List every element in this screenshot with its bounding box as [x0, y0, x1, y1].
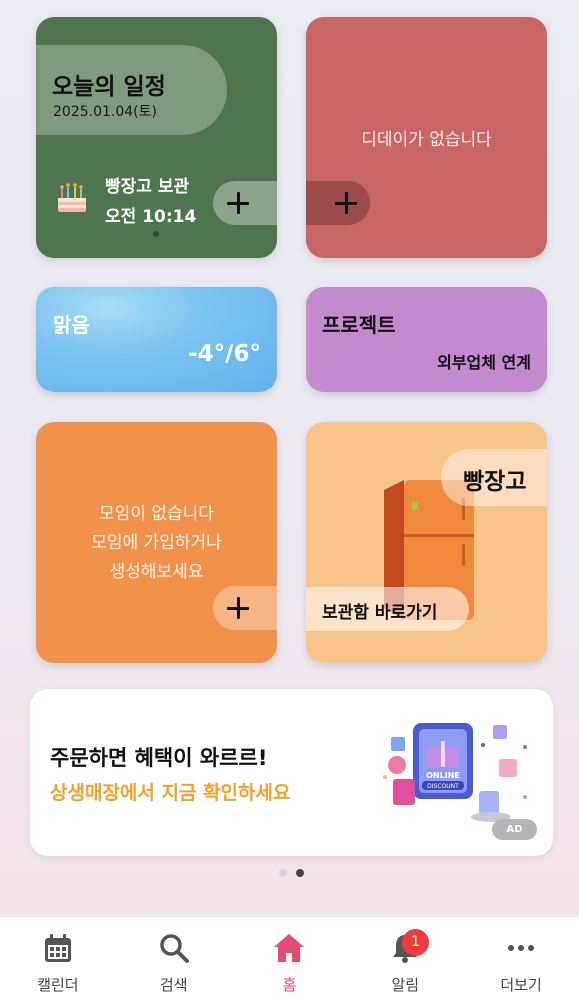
ad-badge: AD	[492, 819, 537, 840]
nav-label: 더보기	[500, 976, 542, 994]
project-subtitle: 외부업체 연계	[437, 353, 531, 372]
plus-icon	[226, 596, 250, 620]
nav-home[interactable]: 홈	[232, 917, 348, 1003]
more-icon	[508, 945, 535, 951]
nav-label: 검색	[159, 976, 188, 994]
nav-more[interactable]: 더보기	[463, 917, 579, 1003]
dday-empty-text: 디데이가 없습니다	[361, 130, 492, 150]
add-group-button[interactable]	[213, 586, 277, 630]
fridge-card[interactable]: 빵장고 보관함 바로가기	[306, 422, 547, 663]
nav-search[interactable]: 검색	[116, 917, 232, 1003]
ad-subline: 상생매장에서 지금 확인하세요	[50, 782, 291, 804]
group-empty-line: 모임이 없습니다	[99, 504, 214, 524]
ad-image-text-online: ONLINE	[426, 771, 460, 780]
project-title: 프로젝트	[322, 313, 396, 337]
project-card[interactable]: 프로젝트 외부업체 연계	[306, 287, 547, 392]
ad-headline: 주문하면 혜택이 와르르!	[50, 746, 268, 770]
schedule-title: 오늘의 일정	[52, 74, 166, 100]
dday-card[interactable]: 디데이가 없습니다	[306, 17, 547, 258]
nav-label: 홈	[282, 976, 297, 994]
ad-image-text-discount: DISCOUNT	[427, 783, 459, 790]
online-discount-illustration: ONLINE DISCOUNT	[383, 723, 527, 822]
today-schedule-card[interactable]: 오늘의 일정 2025.01.04(토) 빵장고 보관 오전 10:14	[36, 17, 277, 258]
plus-icon	[226, 191, 250, 215]
nav-label: 캘린더	[37, 976, 79, 994]
ad-banner[interactable]: 주문하면 혜택이 와르르! 상생매장에서 지금 확인하세요 ONLINE DIS…	[30, 689, 553, 856]
fridge-title: 빵장고	[463, 469, 527, 495]
calendar-icon	[44, 934, 71, 962]
schedule-event-name: 빵장고 보관	[105, 177, 190, 197]
weather-temperature: -4°/6°	[188, 341, 261, 367]
group-empty-line: 모임에 가입하거나	[91, 533, 222, 553]
pager-dot-active[interactable]	[296, 869, 304, 877]
add-schedule-button[interactable]	[213, 181, 277, 225]
nav-notifications[interactable]: 알림	[347, 917, 463, 1003]
bottom-navigation: 캘린더 검색 홈 알림 더보기	[0, 916, 579, 1003]
pager-dot[interactable]	[279, 869, 287, 877]
cake-icon	[58, 183, 86, 212]
nav-calendar[interactable]: 캘린더	[0, 917, 116, 1003]
plus-icon	[334, 191, 358, 215]
group-card[interactable]: 모임이 없습니다 모임에 가입하거나 생성해보세요	[36, 422, 277, 663]
weather-card[interactable]: 맑음 -4°/6°	[36, 287, 277, 392]
group-empty-line: 생성해보세요	[109, 562, 204, 582]
weather-condition: 맑음	[53, 313, 90, 337]
home-icon	[274, 934, 305, 962]
nav-label: 알림	[391, 976, 420, 994]
schedule-event-time: 오전 10:14	[105, 207, 197, 227]
schedule-date: 2025.01.04(토)	[53, 104, 157, 120]
group-empty-text: 모임이 없습니다 모임에 가입하거나 생성해보세요	[36, 500, 277, 587]
schedule-page-dot	[153, 231, 159, 237]
add-dday-button[interactable]	[306, 181, 370, 225]
search-icon	[159, 934, 189, 963]
notification-count-badge: 1	[402, 929, 429, 956]
go-to-storage-label: 보관함 바로가기	[322, 603, 438, 623]
